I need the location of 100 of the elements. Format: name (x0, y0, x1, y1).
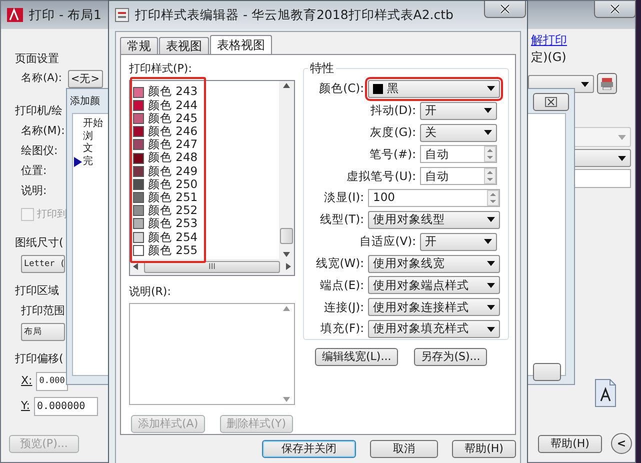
list-item[interactable]: 颜色 245 (133, 112, 279, 126)
list-item[interactable]: 颜色 248 (133, 151, 279, 165)
caret-icon (618, 156, 626, 160)
checkbox-label: 打印到 (37, 208, 67, 222)
scroll-up-icon (283, 306, 290, 311)
field-label: 淡显(I): (322, 189, 365, 206)
help-link[interactable]: 解打印 (531, 31, 567, 49)
collapse-button[interactable]: < (611, 433, 632, 454)
close-button[interactable] (594, 1, 636, 18)
document-icon (595, 379, 616, 407)
field-label: Y: (21, 398, 30, 414)
scrollbar[interactable]: III (130, 258, 294, 274)
close-icon (499, 3, 511, 15)
field-label: X: (21, 373, 32, 390)
list-item[interactable]: 颜色 247 (133, 138, 279, 152)
section-label: 打印机/绘 (15, 103, 63, 119)
dropdown[interactable]: 关 (420, 124, 497, 142)
close-button[interactable] (484, 1, 526, 18)
dropdown[interactable]: <无> (68, 70, 103, 88)
input-field[interactable]: 0.000 (36, 372, 68, 391)
list-item[interactable]: 颜色 254 (133, 230, 279, 244)
section-label: 打印偏移( (15, 351, 64, 367)
list-item[interactable]: 颜色 246 (133, 125, 279, 138)
field-label: 自适应(V): (358, 233, 417, 250)
input-field[interactable] (573, 169, 631, 188)
dropdown[interactable]: 使用对象填充样式 (368, 320, 500, 338)
spinner-arrows-icon (484, 146, 496, 162)
caret-icon (484, 130, 492, 136)
step-label: 浏 (83, 130, 93, 142)
dropdown[interactable] (573, 149, 631, 167)
dropdown[interactable]: 开 (420, 102, 497, 120)
field-label: 笔号(#): (368, 146, 417, 163)
field-label: 打印范围 (20, 303, 65, 319)
field-label: 名称(A): (21, 71, 62, 86)
list-item[interactable]: 颜色 243 (133, 86, 279, 99)
list-item[interactable]: 颜色 255 (133, 244, 279, 257)
list-item[interactable]: 颜色 253 (133, 217, 279, 231)
dropdown[interactable]: 使用对象线型 (368, 210, 500, 229)
list-item[interactable]: 颜色 249 (133, 164, 279, 178)
window-title: 打印 - 布局1 (29, 6, 102, 24)
field-label: 说明(R): (129, 284, 172, 300)
scroll-thumb[interactable]: III (144, 260, 280, 272)
tab[interactable]: 表视图 (159, 37, 209, 54)
close-button[interactable] (533, 93, 569, 111)
caret-icon (487, 217, 495, 222)
field-label: 连接(J): (322, 298, 365, 316)
scroll-down-icon (283, 397, 290, 402)
caret-icon (487, 304, 495, 310)
tab[interactable]: 常规 (120, 37, 158, 54)
group-label: 特性 (308, 61, 336, 75)
dropdown[interactable]: 使用对象线宽 (368, 254, 500, 273)
list-item[interactable]: 颜色 252 (133, 204, 279, 218)
dropdown[interactable]: 布局 (21, 323, 65, 341)
input-field[interactable]: 0.000000 (34, 397, 98, 416)
tab[interactable]: 表格视图 (210, 35, 272, 55)
spin-field[interactable]: 100 (368, 189, 500, 208)
field-label: 名称(M): (20, 123, 65, 139)
field-label: 抖动(D): (369, 102, 417, 120)
color-dropdown[interactable]: 黑 (368, 80, 500, 98)
save-as-button[interactable]: 另存为(S)... (414, 348, 488, 366)
list-item[interactable]: 颜色 251 (133, 191, 279, 204)
properties-button[interactable] (597, 73, 617, 94)
spinner-arrows-icon (484, 168, 496, 184)
spin-field[interactable]: 自动 (420, 167, 497, 186)
save-close-button[interactable]: 保存并关闭 (262, 440, 356, 458)
section-label: 打印区域 (15, 283, 59, 299)
dialog-button[interactable] (533, 363, 561, 381)
cancel-button[interactable]: 取消 (370, 440, 438, 458)
app-icon (7, 8, 23, 22)
close-icon (545, 97, 557, 107)
step-label: 开始 (83, 118, 103, 130)
field-label: 线型(T): (319, 211, 365, 228)
dialog-title: 添加颜 (70, 94, 100, 108)
field-label: 端点(E): (318, 276, 365, 294)
field-label: 灰度(G): (369, 124, 417, 141)
dropdown[interactable]: 使用对象连接样式 (368, 298, 500, 316)
dropdown[interactable]: 开 (420, 232, 497, 251)
help-button[interactable]: 帮助(H) (538, 435, 602, 453)
text-area[interactable] (129, 303, 295, 405)
scrollbar[interactable] (279, 80, 294, 258)
caret-icon (487, 261, 495, 266)
dropdown[interactable]: 使用对象端点样式 (368, 276, 500, 294)
list-item[interactable]: 颜色 244 (133, 98, 279, 112)
dropdown[interactable]: Letter ( (21, 255, 65, 273)
style-list[interactable]: 颜色 243 颜色 244 颜色 245 颜色 246 颜色 247 颜色 248 颜色 249 颜色 250 颜色 251 颜色 252 颜色 253 颜色 254 颜色 255 III (129, 80, 295, 276)
close-icon (609, 3, 621, 15)
field-label: 颜色(C): (318, 80, 365, 98)
spin-field[interactable]: 自动 (420, 145, 497, 164)
step-label: 完 (83, 156, 93, 168)
spinner-arrows-icon (487, 190, 499, 206)
step-label: 文 (83, 143, 93, 156)
list-label: 打印样式(P): (129, 61, 193, 77)
list-item[interactable]: 颜色 250 (133, 178, 279, 191)
edit-lineweights-button[interactable]: 编辑线宽(L)... (315, 348, 398, 366)
help-button[interactable]: 帮助(H) (452, 440, 516, 458)
current-step-icon (74, 156, 82, 167)
printer-icon (601, 76, 613, 90)
scroll-thumb[interactable] (280, 228, 293, 244)
field-label: 位置: (20, 163, 47, 179)
section-label: 定)(G) (531, 49, 566, 66)
